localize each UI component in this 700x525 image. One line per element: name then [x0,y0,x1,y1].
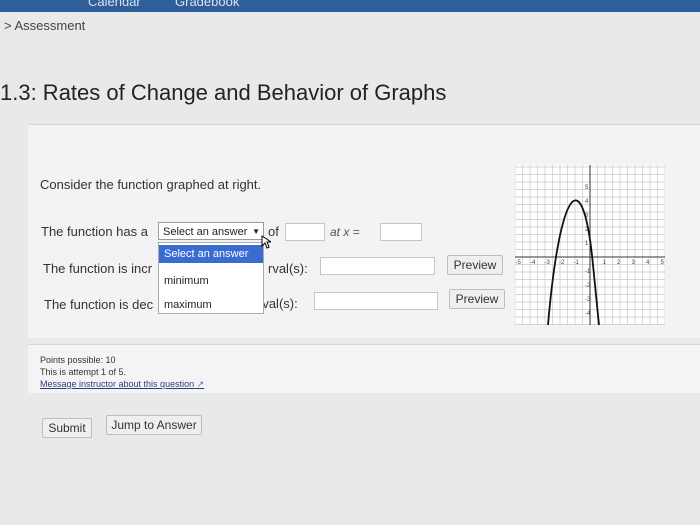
y-tick-label: -2 [585,283,591,289]
decreasing-interval-input[interactable] [314,292,438,310]
row3-label: The function is dec [44,297,154,312]
x-tick-label: -4 [530,260,536,266]
message-instructor-text[interactable]: Message instructor about this question [40,379,194,389]
x-tick-label: -5 [516,260,522,266]
x-tick-label: -1 [574,260,580,266]
external-link-icon: ↗ [196,379,205,389]
points-possible: Points possible: 10 [40,355,116,365]
x-tick-label: -3 [545,260,551,266]
y-tick-label: -3 [585,297,591,303]
select-current-value: Select an answer [163,226,248,238]
attempt-info: This is attempt 1 of 5. [40,367,127,377]
at-x-label: at x = [330,225,360,239]
nav-calendar[interactable]: Calendar [88,0,141,9]
preview-button-decreasing[interactable]: Preview [449,289,505,309]
row2-label: The function is incr [43,261,153,276]
x-value-input[interactable] [380,223,422,241]
option-minimum[interactable]: minimum [159,272,263,290]
row2-suffix: rval(s): [268,261,308,276]
page-title: 1.3: Rates of Change and Behavior of Gra… [0,80,447,105]
extremum-select[interactable]: Select an answer ▼ [158,222,264,240]
option-maximum[interactable]: maximum [159,296,263,314]
x-tick-label: -2 [559,260,565,266]
function-graph: -5-4-3-2-112345 54321-1-2-3-4-5 [515,165,665,325]
top-nav-bar: Calendar Gradebook [0,0,700,12]
jump-to-answer-button[interactable]: Jump to Answer [106,415,202,435]
value-input[interactable] [285,223,325,241]
option-select-an-answer[interactable]: Select an answer [159,245,263,263]
submit-button[interactable]: Submit [42,418,92,438]
chevron-down-icon: ▼ [252,227,260,236]
message-instructor-link[interactable]: Message instructor about this question ↗ [40,379,204,390]
nav-gradebook[interactable]: Gradebook [175,0,239,9]
extremum-dropdown-list: Select an answer minimum maximum [158,242,264,314]
y-tick-label: -1 [585,269,591,275]
preview-button-increasing[interactable]: Preview [447,255,503,275]
breadcrumb[interactable]: > Assessment [4,18,85,33]
question-prompt: Consider the function graphed at right. [40,177,262,192]
mouse-cursor-icon [261,235,271,249]
row1-label: The function has a [41,224,148,239]
increasing-interval-input[interactable] [320,257,435,275]
y-tick-label: -4 [585,311,591,317]
